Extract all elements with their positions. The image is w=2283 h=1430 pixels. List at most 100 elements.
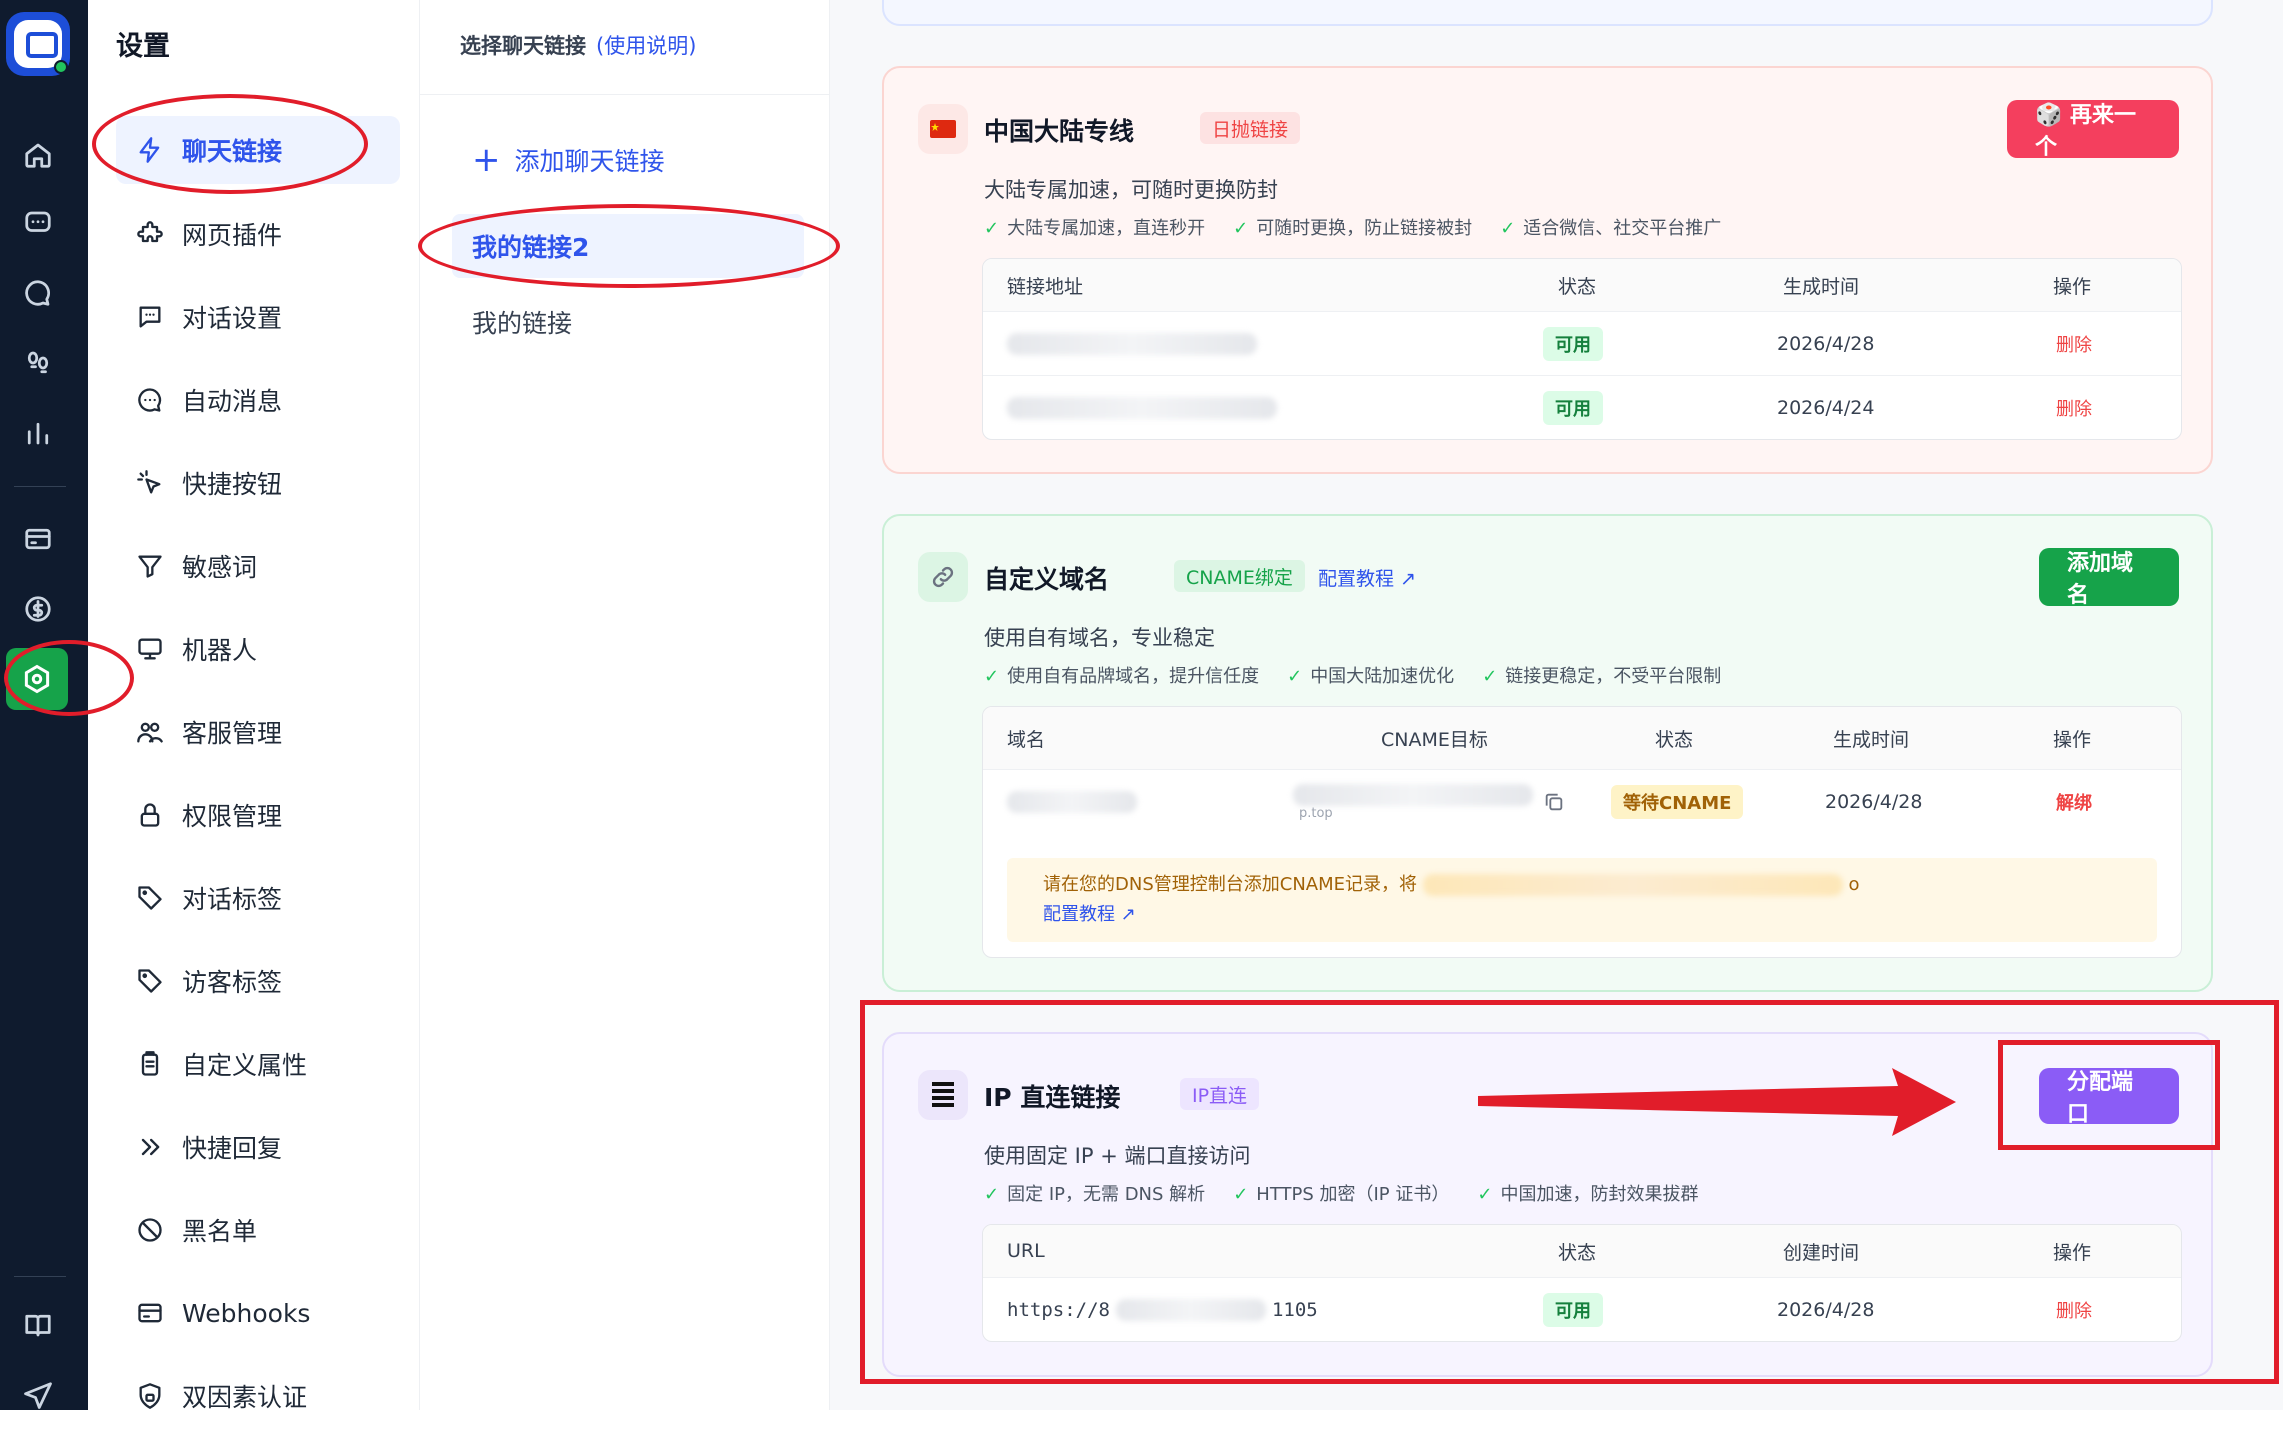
menu-item-web-plugin[interactable]: 网页插件 (128, 200, 398, 268)
status-badge: 可用 (1543, 312, 1603, 375)
card-top-partial (882, 0, 2213, 26)
table-header: 域名 CNAME目标 状态 生成时间 操作 (983, 707, 2181, 769)
menu-item-two-factor[interactable]: 双因素认证 (128, 1362, 398, 1430)
link-item-my-link[interactable]: 我的链接 (452, 290, 804, 354)
table-row: p.top 等待CNAME 2026/4/28 解绑 请在您的DNS管理控制台添… (983, 769, 2181, 957)
menu-item-quick-buttons[interactable]: 快捷按钮 (128, 449, 398, 517)
feature-item: 中国大陆加速优化 (1287, 662, 1454, 688)
feature-item: 链接更稳定，不受平台限制 (1482, 662, 1721, 688)
add-chat-link-label: 添加聊天链接 (514, 147, 665, 176)
mainland-line-card: 中国大陆专线 日抛链接 🎲 再来一个 大陆专属加速，可随时更换防封 大陆专属加速… (882, 66, 2213, 474)
menu-item-label: 快捷按钮 (182, 470, 283, 499)
custom-domain-card: 自定义域名 CNAME绑定 配置教程 ↗ 添加域名 使用自有域名，专业稳定 使用… (882, 514, 2213, 992)
table-row: 可用 2026/4/28 删除 (983, 311, 2181, 375)
notice-tutorial-link[interactable]: 配置教程 ↗ (1043, 900, 2157, 930)
feature-item: 大陆专属加速，直连秒开 (984, 214, 1205, 240)
menu-item-visitor-tags[interactable]: 访客标签 (128, 947, 398, 1015)
menu-item-auto-message[interactable]: 自动消息 (128, 366, 398, 434)
cname-notice: 请在您的DNS管理控制台添加CNAME记录，将 o 配置教程 ↗ (1007, 858, 2157, 942)
app-logo[interactable] (6, 12, 70, 76)
settings-title: 设置 (116, 31, 170, 62)
send-icon[interactable] (0, 1370, 75, 1420)
column-header: 状态 (1558, 275, 1597, 298)
notice-tail: o (1848, 874, 1860, 895)
notice-text: 请在您的DNS管理控制台添加CNAME记录，将 (1043, 874, 1417, 895)
annotation-ellipse-my-link-2 (418, 204, 840, 288)
book-icon[interactable] (0, 1300, 75, 1350)
menu-item-label: 对话设置 (182, 304, 283, 333)
users-icon (137, 722, 163, 743)
menu-item-permissions[interactable]: 权限管理 (128, 781, 398, 849)
menu-item-label: 黑名单 (182, 1217, 258, 1246)
menu-item-robot[interactable]: 机器人 (128, 615, 398, 683)
clipboard-icon (141, 1051, 159, 1076)
menu-item-label: 快捷回复 (182, 1134, 283, 1163)
created-date: 2026/4/28 (1825, 791, 1923, 813)
menu-item-label: Webhooks (182, 1298, 311, 1328)
mainland-features: 大陆专属加速，直连秒开 可随时更换，防止链接被封 适合微信、社交平台推广 (984, 214, 1721, 240)
usage-help-link[interactable]: (使用说明) (596, 34, 696, 58)
config-tutorial-link[interactable]: 配置教程 ↗ (1318, 564, 1416, 591)
annotation-rect-assign-port (1998, 1040, 2220, 1150)
feature-item: 可随时更换，防止链接被封 (1233, 214, 1472, 240)
annotation-ellipse-chat-links (92, 94, 368, 194)
footprint-icon[interactable] (0, 338, 75, 388)
chat-icon[interactable] (0, 198, 75, 248)
add-domain-button[interactable]: 添加域名 (2039, 548, 2179, 608)
auto-message-icon (138, 388, 162, 412)
home-icon[interactable] (0, 130, 75, 180)
custom-domain-title: 自定义域名 (984, 565, 1110, 594)
table-header: 链接地址 状态 生成时间 操作 (983, 259, 2181, 311)
menu-item-label: 自动消息 (182, 387, 283, 416)
tag-icon (138, 886, 162, 910)
menu-item-webhooks[interactable]: Webhooks (128, 1279, 398, 1347)
mainland-description: 大陆专属加速，可随时更换防封 (984, 178, 1278, 202)
delete-link[interactable]: 删除 (2056, 312, 2092, 375)
chat-settings-icon (139, 306, 161, 328)
billing-icon[interactable] (0, 514, 75, 564)
column-header: 域名 (1007, 728, 1046, 751)
china-flag-icon (918, 104, 968, 154)
lock-icon (140, 803, 160, 827)
links-panel-title: 选择聊天链接 (460, 34, 586, 58)
menu-item-chat-settings[interactable]: 对话设置 (128, 283, 398, 351)
menu-item-chat-tags[interactable]: 对话标签 (128, 864, 398, 932)
shield-lock-icon (139, 1383, 161, 1409)
divider (420, 94, 830, 95)
add-chat-link-button[interactable]: + 添加聊天链接 (472, 140, 665, 180)
menu-item-sensitive-words[interactable]: 敏感词 (128, 532, 398, 600)
bar-chart-icon[interactable] (0, 408, 75, 458)
menu-item-quick-reply[interactable]: 快捷回复 (128, 1113, 398, 1181)
disposable-link-badge: 日抛链接 (1200, 112, 1301, 144)
annotation-arrow (1478, 1068, 1956, 1136)
status-badge: 可用 (1543, 376, 1603, 439)
menu-item-label: 自定义属性 (182, 1051, 308, 1080)
menu-item-label: 对话标签 (182, 885, 283, 914)
link-icon (918, 552, 968, 602)
column-header: 链接地址 (1007, 275, 1084, 298)
menu-item-custom-attributes[interactable]: 自定义属性 (128, 1030, 398, 1098)
unbind-link[interactable]: 解绑 (2056, 770, 2092, 834)
puzzle-icon (137, 221, 163, 243)
menu-item-label: 权限管理 (182, 802, 283, 831)
custom-domain-description: 使用自有域名，专业稳定 (984, 626, 1215, 650)
settings-menu: 设置 聊天链接 网页插件 对话设置 自动消息 快捷按钮 敏感词 机器人 客服管理… (88, 0, 420, 1412)
monitor-icon (138, 638, 162, 660)
menu-item-label: 敏感词 (182, 553, 258, 582)
menu-item-blacklist[interactable]: 黑名单 (128, 1196, 398, 1264)
rail-divider (14, 1276, 66, 1277)
dollar-icon[interactable] (0, 584, 75, 634)
delete-link[interactable]: 删除 (2056, 376, 2092, 439)
column-header: 状态 (1655, 728, 1694, 751)
custom-domain-features: 使用自有品牌域名，提升信任度 中国大陆加速优化 链接更稳定，不受平台限制 (984, 662, 1721, 688)
regenerate-button[interactable]: 🎲 再来一个 (2007, 100, 2179, 160)
blurred-link-address (1007, 312, 1257, 375)
menu-item-agents[interactable]: 客服管理 (128, 698, 398, 766)
menu-item-label: 客服管理 (182, 719, 283, 748)
feature-item: 适合微信、社交平台推广 (1500, 214, 1721, 240)
message-icon[interactable] (0, 268, 75, 318)
table-row: 可用 2026/4/24 删除 (983, 375, 2181, 439)
menu-item-label: 双因素认证 (182, 1383, 308, 1412)
copy-icon[interactable] (1543, 770, 1565, 834)
mainland-links-table: 链接地址 状态 生成时间 操作 可用 2026/4/28 删除 可用 2026/… (982, 258, 2182, 440)
